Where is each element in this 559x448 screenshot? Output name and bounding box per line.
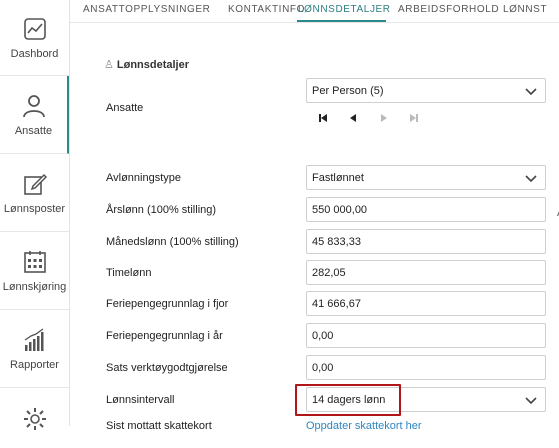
chevron-down-icon — [525, 88, 537, 96]
sidebar-item-label: Ansatte — [14, 124, 53, 137]
next-page-icon[interactable] — [378, 112, 390, 124]
active-tab-indicator — [297, 20, 386, 22]
sidebar-item-lonnsposter[interactable]: Lønnsposter — [0, 154, 69, 232]
sats-verktoy-label: Sats verktøygodtgjørelse — [106, 362, 228, 374]
arslonn-label: Årslønn (100% stilling) — [106, 204, 217, 216]
person-outline-icon: ♙ — [104, 59, 114, 71]
sidebar-item-label: Rapporter — [10, 358, 59, 371]
feriepenger-fjor-field[interactable]: 41 666,67 — [306, 291, 546, 316]
tab-kontaktinfo[interactable]: KONTAKTINFO — [228, 4, 305, 15]
employee-select[interactable]: Per Person (5) — [306, 78, 546, 103]
manedslonn-label: Månedslønn (100% stilling) — [106, 236, 239, 248]
employee-select-value: Per Person (5) — [312, 85, 384, 97]
edit-icon — [23, 173, 47, 195]
sidebar: Dashbord Ansatte Lønnsposter Lønnskjørin… — [0, 0, 70, 430]
chevron-down-icon — [525, 397, 537, 405]
chevron-down-icon — [525, 175, 537, 183]
feriepenger-ar-value: 0,00 — [312, 330, 334, 342]
person-icon — [22, 94, 45, 117]
tab-ansattopplysninger[interactable]: ANSATTOPPLYSNINGER — [83, 4, 211, 15]
lonnsintervall-label: Lønnsintervall — [106, 394, 175, 406]
update-tax-card-link[interactable]: Oppdater skattekort her — [306, 420, 422, 432]
highlight-box — [295, 384, 401, 416]
timelonn-field[interactable]: 282,05 — [306, 260, 546, 285]
tab-lonnsdetaljer[interactable]: LØNNSDETALJER — [298, 4, 391, 15]
first-page-icon[interactable] — [317, 112, 329, 124]
sats-verktoy-value: 0,00 — [312, 362, 334, 374]
avlonningstype-select[interactable]: Fastlønnet — [306, 165, 546, 190]
feriepenger-ar-label: Feriepengegrunnlag i år — [106, 330, 223, 342]
avlonningstype-label: Avlønningstype — [106, 172, 182, 184]
employee-label: Ansatte — [106, 102, 144, 114]
feriepenger-fjor-label: Feriepengegrunnlag i fjor — [106, 298, 229, 310]
sidebar-item-settings[interactable] — [0, 388, 69, 448]
arslonn-value: 550 000,00 — [312, 204, 368, 216]
feriepenger-fjor-value: 41 666,67 — [312, 298, 361, 310]
sidebar-item-rapporter[interactable]: Rapporter — [0, 310, 69, 388]
manedslonn-value: 45 833,33 — [312, 236, 361, 248]
arslonn-field[interactable]: 550 000,00 — [306, 197, 546, 222]
section-title-text: Lønnsdetaljer — [116, 59, 189, 71]
calendar-icon — [23, 250, 46, 273]
gear-icon — [23, 408, 46, 430]
avlonningstype-value: Fastlønnet — [312, 172, 364, 184]
sidebar-item-label: Lønnsposter — [3, 202, 66, 215]
section-title: ♙ Lønnsdetaljer — [104, 58, 189, 71]
last-page-icon[interactable] — [408, 112, 420, 124]
previous-page-icon[interactable] — [347, 112, 359, 124]
sidebar-item-lonnskjoring[interactable]: Lønnskjøring — [0, 232, 69, 310]
sidebar-item-ansatte[interactable]: Ansatte — [0, 76, 69, 154]
feriepenger-ar-field[interactable]: 0,00 — [306, 323, 546, 348]
bar-chart-icon — [24, 327, 43, 351]
skattekort-label: Sist mottatt skattekort — [106, 420, 212, 432]
tab-arbeidsforhold[interactable]: ARBEIDSFORHOLD — [398, 4, 499, 15]
timelonn-value: 282,05 — [312, 267, 346, 279]
sidebar-item-label: Lønnskjøring — [2, 280, 67, 293]
sidebar-item-label: Dashbord — [10, 47, 59, 60]
sats-verktoy-field[interactable]: 0,00 — [306, 355, 546, 380]
manedslonn-field[interactable]: 45 833,33 — [306, 229, 546, 254]
tab-lonnstrekk[interactable]: LØNNST — [503, 4, 547, 15]
dashboard-icon — [23, 17, 46, 40]
timelonn-label: Timelønn — [106, 267, 152, 279]
sidebar-item-dashbord[interactable]: Dashbord — [0, 0, 69, 76]
